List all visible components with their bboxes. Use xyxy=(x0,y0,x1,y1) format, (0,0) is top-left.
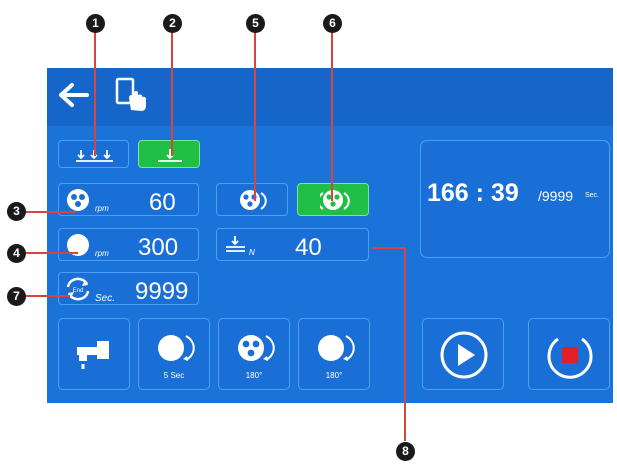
water-tap-icon xyxy=(77,341,109,369)
speed-value: 60 xyxy=(149,189,176,216)
callout-line-1 xyxy=(94,26,96,156)
back-arrow-icon[interactable] xyxy=(57,82,91,108)
pressure-icon xyxy=(226,236,245,252)
multi-ball-rotate-icon xyxy=(240,190,267,210)
single-layer-mode-button[interactable] xyxy=(138,140,200,168)
timer-display: 166 : 39 /9999 Sec. xyxy=(420,140,610,258)
callout-line-8v xyxy=(404,247,406,441)
callout-line-4 xyxy=(20,252,78,254)
callout-2: 2 xyxy=(163,14,182,33)
callout-line-3 xyxy=(20,211,76,213)
rpm-unit-label: rpm xyxy=(95,249,109,258)
timer-elapsed: 166 : 39 xyxy=(427,179,519,207)
speed-setting-60-field[interactable]: rpm 60 xyxy=(58,183,199,216)
callout-1: 1 xyxy=(86,14,105,33)
timer-unit: Sec. xyxy=(585,192,600,199)
rotate-time-label: 5 Sec xyxy=(163,371,185,380)
pressure-force-field[interactable]: N 40 xyxy=(216,228,369,261)
stop-button[interactable] xyxy=(528,318,610,390)
callout-8: 8 xyxy=(396,442,415,461)
time-value: 9999 xyxy=(135,278,189,305)
callout-line-2 xyxy=(171,26,173,156)
end-badge: End xyxy=(73,288,84,294)
multi-ball-rotate-180-icon xyxy=(238,335,275,361)
speed-value: 300 xyxy=(138,234,179,261)
single-ball-rotate-icon xyxy=(158,335,195,361)
callout-6: 6 xyxy=(323,14,342,33)
rotate-single-180-button[interactable]: 180° xyxy=(298,318,370,390)
multi-ball-icon xyxy=(67,189,89,211)
callout-3: 3 xyxy=(7,202,26,221)
callout-line-5 xyxy=(254,26,256,201)
water-tap-button[interactable] xyxy=(58,318,130,390)
rotate-angle-label: 180° xyxy=(325,371,343,380)
time-setting-field[interactable]: End Sec. 9999 xyxy=(58,272,199,305)
rotation-end-icon: End xyxy=(66,277,90,301)
rotate-multi-180-button[interactable]: 180° xyxy=(218,318,290,390)
callout-7: 7 xyxy=(7,287,26,306)
speed-setting-300-field[interactable]: rpm 300 xyxy=(58,228,199,261)
start-button[interactable] xyxy=(422,318,504,390)
multi-ball-reverse-rotation-button[interactable] xyxy=(297,183,369,216)
single-ball-rotate-180-icon xyxy=(318,335,355,361)
timer-total: /9999 xyxy=(538,188,574,204)
play-icon xyxy=(440,331,488,379)
callout-4: 4 xyxy=(7,244,26,263)
newton-unit-label: N xyxy=(249,248,255,257)
touch-screen-icon[interactable] xyxy=(114,76,150,112)
callout-line-8h xyxy=(372,247,405,249)
stop-icon xyxy=(547,337,593,379)
multi-ball-rotation-button[interactable] xyxy=(216,183,288,216)
rpm-unit-label: rpm xyxy=(95,204,109,213)
multi-ball-reverse-icon xyxy=(320,190,350,210)
callout-5: 5 xyxy=(246,14,265,33)
single-layer-icon xyxy=(158,149,182,162)
sec-unit-label: Sec. xyxy=(95,293,116,304)
rotate-timed-button[interactable]: 5 Sec xyxy=(138,318,210,390)
callout-line-7 xyxy=(20,295,70,297)
force-value: 40 xyxy=(295,234,322,261)
callout-line-6 xyxy=(331,26,333,201)
rotate-angle-label: 180° xyxy=(245,371,263,380)
